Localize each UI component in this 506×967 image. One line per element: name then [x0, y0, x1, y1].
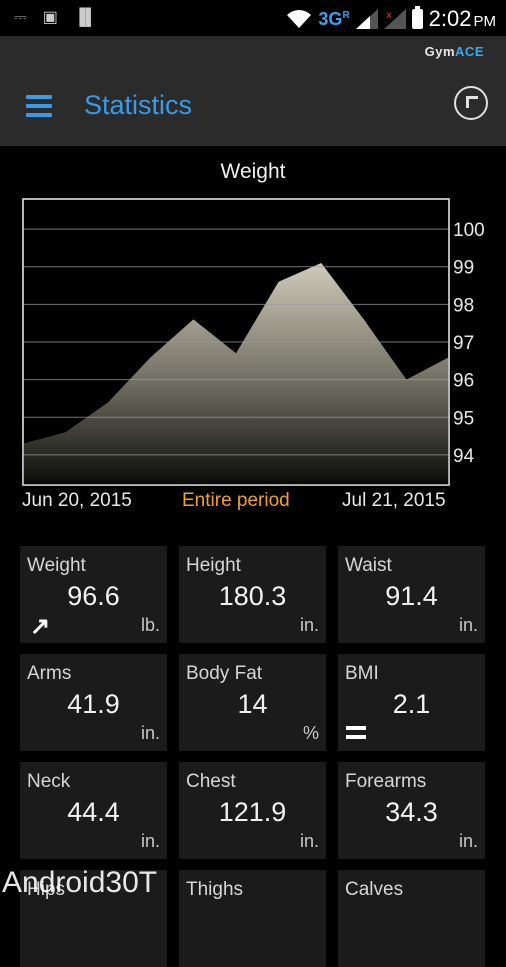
period-selector[interactable]: Entire period [182, 490, 290, 512]
stat-value: 180.3 [218, 581, 287, 611]
stat-name: Arms [27, 663, 72, 684]
barcode-icon: ▐▌ [73, 9, 97, 26]
timer-icon[interactable] [454, 86, 488, 120]
y-tick-label: 98 [453, 295, 474, 316]
stat-value: 14 [237, 689, 268, 719]
stat-name: Body Fat [186, 663, 263, 684]
page-title: Statistics [84, 90, 193, 120]
stat-tile-forearms[interactable]: Forearms 34.3 in. [338, 762, 485, 859]
chart-title: Weight [220, 160, 286, 183]
stat-unit: in. [140, 831, 160, 851]
usb-icon: ⎓ [14, 9, 27, 26]
stat-tile-weight[interactable]: Weight 96.6 lb. ↗ [20, 546, 167, 643]
stat-value: 34.3 [385, 797, 438, 827]
action-bar: GymACE Statistics [0, 36, 506, 146]
stat-value: 121.9 [218, 797, 287, 827]
stat-value: 96.6 [67, 581, 120, 611]
stat-tile-bmi[interactable]: BMI 2.1 [338, 654, 485, 751]
network-type: 3GR [318, 8, 350, 29]
battery-icon [411, 6, 423, 29]
stat-name: Height [186, 555, 241, 576]
stat-tile-neck[interactable]: Neck 44.4 in. [20, 762, 167, 859]
clock: 2:02 PM [428, 6, 496, 31]
stat-name: Waist [345, 555, 392, 576]
status-bar-system: 3GR x 2:02 PM [286, 6, 496, 32]
trend-equal-icon [346, 726, 366, 740]
stat-name: Thighs [186, 879, 244, 900]
svg-text:x: x [386, 10, 392, 21]
stat-value: 41.9 [67, 689, 120, 719]
status-bar: ⎓ ▣ ▐▌ 3GR x 2:02 PM [0, 0, 506, 36]
stat-name: Neck [27, 771, 71, 792]
stat-tile-chest[interactable]: Chest 121.9 in. [179, 762, 326, 859]
stat-value: 91.4 [385, 581, 438, 611]
stat-tile-thighs[interactable]: Thighs [179, 870, 326, 967]
brand-logo: GymACE [424, 44, 484, 59]
signal-icon [355, 9, 378, 29]
menu-icon[interactable] [26, 95, 52, 117]
watermark: Android30T [2, 866, 158, 899]
stat-name: Chest [186, 771, 236, 792]
stat-name: Weight [27, 555, 86, 576]
stat-tile-height[interactable]: Height 180.3 in. [179, 546, 326, 643]
stat-name: Forearms [345, 771, 427, 792]
chart-end-date: Jul 21, 2015 [342, 490, 446, 511]
stat-tile-waist[interactable]: Waist 91.4 in. [338, 546, 485, 643]
stat-unit: in. [140, 723, 160, 743]
y-tick-label: 96 [453, 371, 474, 392]
stat-unit: lb. [140, 615, 160, 635]
stat-tile-body-fat[interactable]: Body Fat 14% [179, 654, 326, 751]
stat-tile-calves[interactable]: Calves [338, 870, 485, 967]
y-tick-label: 100 [453, 220, 485, 241]
stat-unit: % [302, 723, 319, 743]
y-tick-label: 97 [453, 333, 474, 354]
y-tick-label: 95 [453, 408, 474, 429]
y-tick-label: 94 [453, 446, 475, 467]
status-bar-notifications: ⎓ ▣ ▐▌ [14, 8, 97, 28]
stat-unit: in. [458, 615, 478, 635]
stat-unit: in. [458, 831, 478, 851]
stat-name: BMI [345, 663, 379, 684]
trend-up-icon: ↗ [30, 613, 51, 640]
stat-value: 2.1 [392, 689, 431, 719]
stat-tile-arms[interactable]: Arms 41.9 in. [20, 654, 167, 751]
stat-value: 44.4 [67, 797, 120, 827]
signal-icon-secondary: x [383, 9, 406, 29]
stat-unit: in. [299, 615, 319, 635]
stat-unit: in. [299, 831, 319, 851]
weight-chart: 100 99 98 97 96 95 94 [22, 198, 485, 486]
image-icon: ▣ [42, 9, 58, 26]
y-tick-label: 99 [453, 258, 474, 279]
stat-name: Calves [345, 879, 404, 900]
wifi-icon [287, 10, 312, 28]
chart-start-date: Jun 20, 2015 [22, 490, 132, 511]
